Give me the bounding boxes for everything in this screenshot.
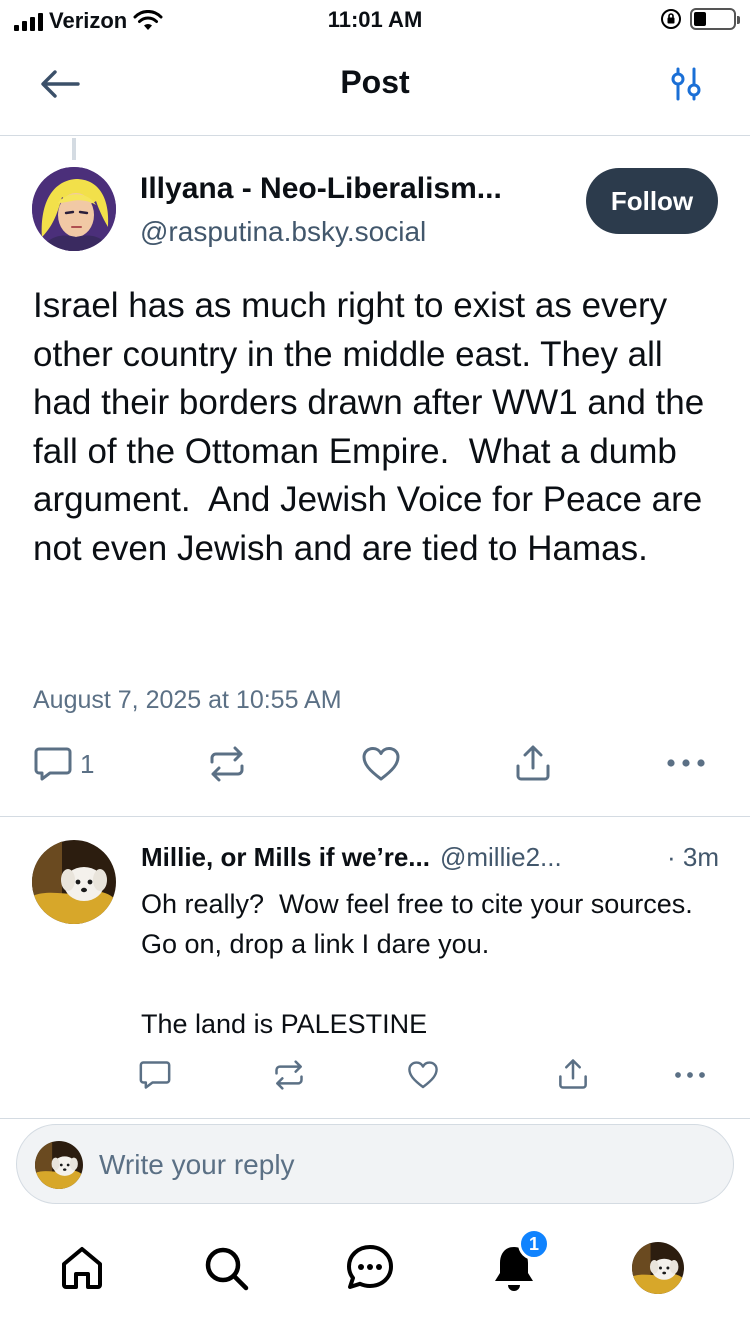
share-icon: [559, 1059, 587, 1089]
reply-button[interactable]: 1: [34, 746, 94, 782]
post-timestamp: August 7, 2025 at 10:55 AM: [33, 686, 342, 714]
follow-button[interactable]: Follow: [586, 168, 718, 234]
sliders-icon: [671, 67, 701, 101]
heart-icon: [408, 1061, 438, 1089]
reply-more-options-button[interactable]: [674, 1071, 706, 1079]
post-divider: [0, 816, 750, 817]
ellipsis-icon: [667, 759, 705, 767]
like-button[interactable]: [361, 746, 401, 782]
more-options-button[interactable]: [666, 758, 706, 768]
page-title: Post: [340, 64, 410, 100]
tab-messages[interactable]: [340, 1238, 400, 1298]
reply-count: 1: [80, 748, 95, 779]
battery-icon: [690, 8, 740, 30]
tab-notifications[interactable]: 1: [484, 1228, 550, 1298]
repost-button[interactable]: [208, 746, 246, 782]
reply-composer[interactable]: Write your reply: [16, 1124, 734, 1204]
status-right: [660, 8, 740, 30]
reply-author-avatar[interactable]: [32, 840, 116, 924]
author-name[interactable]: Illyana - Neo-Liberalism...: [140, 172, 502, 206]
reply-actions: [0, 1058, 750, 1094]
share-button[interactable]: [514, 744, 552, 782]
repost-icon: [275, 1060, 303, 1090]
heart-icon: [362, 747, 400, 781]
my-avatar: [35, 1141, 83, 1189]
reply-divider: [0, 1118, 750, 1119]
profile-avatar: [632, 1242, 684, 1294]
tab-profile[interactable]: [628, 1238, 688, 1298]
reply-body-text: Oh really? Wow feel free to cite your so…: [141, 889, 693, 1039]
top-nav-bar: Post: [0, 40, 750, 136]
thread-settings-button[interactable]: [666, 64, 706, 104]
reply-reply-button[interactable]: [139, 1060, 171, 1090]
orientation-lock-icon: [661, 9, 681, 29]
reply-author-handle[interactable]: @millie2...: [440, 842, 562, 873]
notifications-badge: 1: [518, 1228, 550, 1260]
share-icon: [516, 745, 550, 781]
reply-repost-button[interactable]: [273, 1060, 305, 1090]
repost-icon: [210, 746, 244, 782]
bottom-tab-bar: 1: [0, 1220, 750, 1334]
comment-icon: [139, 1061, 171, 1089]
tab-search[interactable]: [196, 1238, 256, 1298]
author-handle[interactable]: @rasputina.bsky.social: [140, 216, 426, 248]
reply-author-name[interactable]: Millie, or Mills if we’re...: [141, 842, 430, 873]
post-body-text: Israel has as much right to exist as eve…: [33, 286, 714, 568]
reply-input-placeholder[interactable]: Write your reply: [99, 1149, 295, 1181]
reply-share-button[interactable]: [557, 1058, 589, 1090]
status-bar: Verizon 11:01 AM: [0, 0, 750, 40]
tab-home[interactable]: [52, 1238, 112, 1298]
comment-icon: [34, 747, 72, 781]
thread-connector-line: [72, 138, 76, 160]
author-avatar[interactable]: [32, 167, 116, 251]
search-icon: [205, 1247, 249, 1291]
ellipsis-icon: [675, 1072, 705, 1078]
reply-timestamp: · 3m: [667, 842, 719, 872]
chat-bubble-icon: [347, 1245, 393, 1289]
post-actions: 1: [0, 744, 750, 788]
home-icon: [62, 1247, 102, 1289]
reply-like-button[interactable]: [407, 1060, 439, 1090]
reply-header: Millie, or Mills if we’re... @millie2...…: [141, 842, 721, 873]
clock: 11:01 AM: [327, 7, 423, 32]
